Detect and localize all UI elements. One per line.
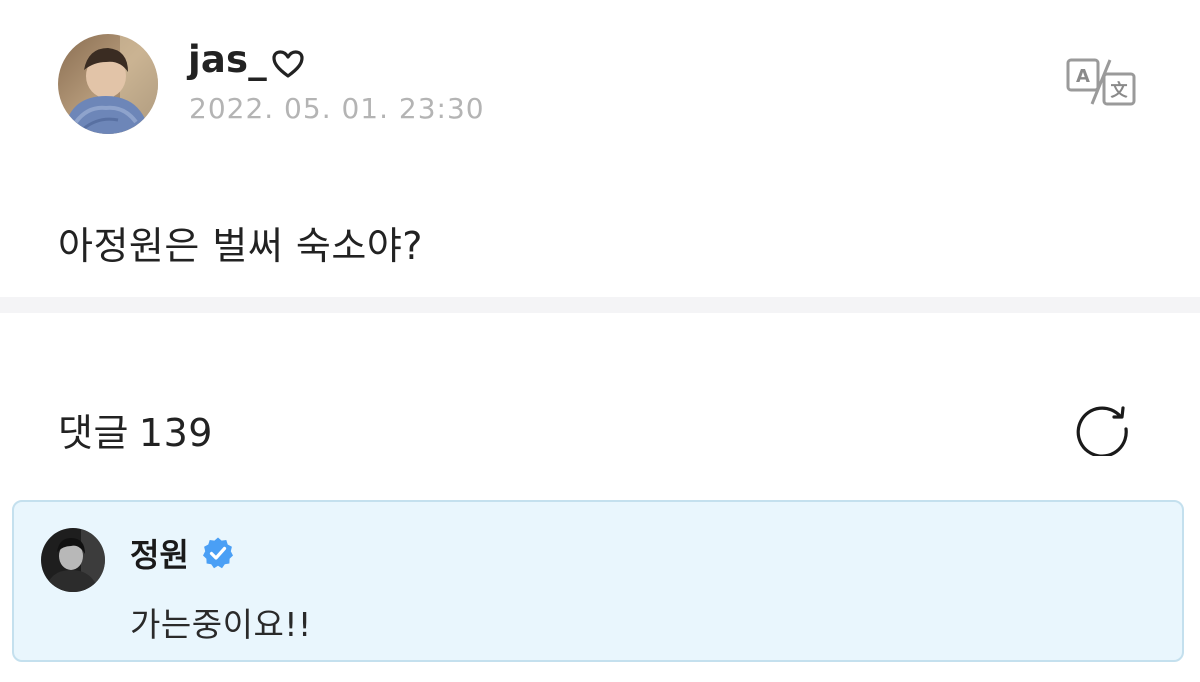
post-body: 아정원은 벌써 숙소야?	[58, 224, 423, 268]
commenter-name-text: 정원	[130, 536, 189, 574]
refresh-button[interactable]	[1072, 398, 1134, 458]
heart-outline-icon	[271, 45, 305, 78]
translate-button[interactable]: A 文	[1062, 54, 1142, 110]
author-name[interactable]: jas_	[188, 38, 305, 81]
commenter-avatar[interactable]	[41, 528, 105, 592]
svg-text:A: A	[1076, 66, 1090, 87]
translate-icon: A 文	[1062, 58, 1142, 114]
section-divider	[0, 297, 1200, 313]
post-detail-screen: jas_ 2022. 05. 01. 23:30 A 文 아정원은 벌써 숙소야…	[0, 0, 1200, 682]
comments-header: 댓글 139	[58, 402, 213, 457]
comment-item[interactable]: 정원 가는중이요!!	[12, 500, 1184, 662]
comments-label: 댓글	[58, 411, 129, 455]
post-date: 2022. 05. 01. 23:30	[189, 92, 485, 125]
verified-badge-icon	[201, 536, 235, 570]
author-avatar[interactable]	[58, 34, 158, 134]
refresh-icon	[1072, 406, 1134, 460]
comments-count: 139	[138, 411, 213, 455]
svg-text:文: 文	[1111, 80, 1129, 101]
commenter-name[interactable]: 정원	[130, 530, 235, 576]
author-name-text: jas_	[188, 38, 267, 81]
post-header: jas_ 2022. 05. 01. 23:30 A 文	[58, 34, 1142, 134]
comment-text: 가는중이요!!	[130, 605, 312, 644]
